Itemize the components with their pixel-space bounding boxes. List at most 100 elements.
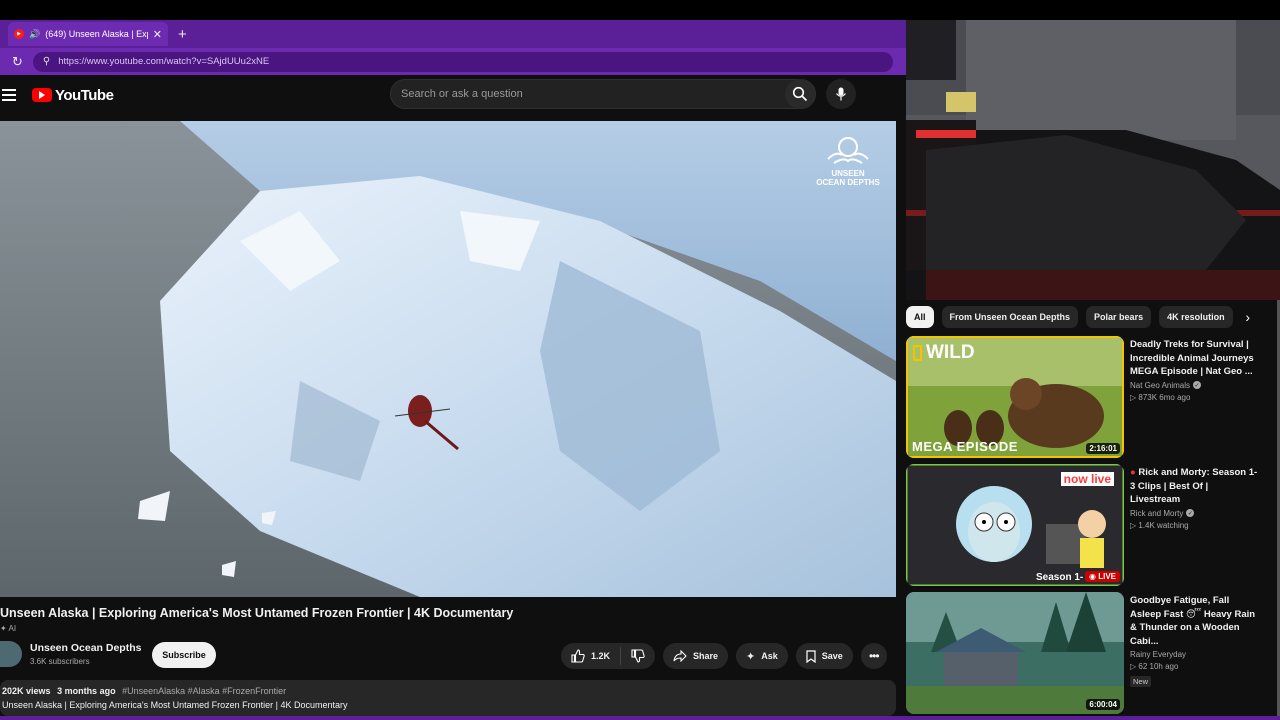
verified-check-icon: ✓ bbox=[1193, 381, 1202, 389]
chip-all[interactable]: All bbox=[906, 306, 934, 328]
recommendation-channel[interactable]: Rainy Everyday bbox=[1130, 650, 1260, 659]
channel-name-text: Rainy Everyday bbox=[1130, 650, 1187, 659]
bookmark-icon bbox=[806, 649, 816, 663]
video-thumbnail[interactable]: now live Season 1- ◉ LIVE bbox=[906, 464, 1124, 586]
youtube-logo[interactable]: YouTube bbox=[32, 86, 114, 104]
thumb-mega-text: MEGA EPISODE bbox=[912, 439, 1018, 454]
recommendation-item[interactable]: 6:00:04 Goodbye Fatigue, Fall Asleep Fas… bbox=[906, 592, 1280, 714]
browser-tab[interactable]: ▶ 🔊 (649) Unseen Alaska | Explorin ✕ bbox=[8, 22, 168, 46]
search-icon bbox=[792, 86, 808, 102]
webcam-overlay bbox=[906, 20, 1280, 300]
ask-label: Ask bbox=[761, 651, 778, 661]
channel-watermark: UNSEEN OCEAN DEPTHS bbox=[808, 135, 888, 187]
bedroom-webcam-frame bbox=[906, 20, 1280, 300]
tab-title: (649) Unseen Alaska | Explorin bbox=[45, 29, 148, 39]
video-thumbnail[interactable]: 6:00:04 bbox=[906, 592, 1124, 714]
chip-from-channel[interactable]: From Unseen Ocean Depths bbox=[941, 306, 1079, 328]
recommendation-meta: ▷ 873K 6mo ago bbox=[1130, 393, 1260, 402]
channel-avatar[interactable] bbox=[0, 641, 22, 667]
ai-label-text: AI bbox=[8, 624, 17, 633]
bottom-strip bbox=[0, 716, 1280, 720]
description-meta: 202K views 3 months ago #UnseenAlaska #A… bbox=[2, 686, 894, 696]
like-button[interactable]: 1.2K bbox=[561, 647, 622, 665]
subscribe-button[interactable]: Subscribe bbox=[152, 642, 216, 668]
recommendation-title[interactable]: Goodbye Fatigue, Fall Asleep Fast 😴 Heav… bbox=[1130, 594, 1260, 648]
title-text: Rick and Morty: Season 1-3 Clips | Best … bbox=[1130, 467, 1258, 505]
close-tab-icon[interactable]: ✕ bbox=[153, 28, 162, 41]
reload-icon[interactable]: ↻ bbox=[12, 54, 23, 70]
thumb-wild-text: WILD bbox=[926, 342, 975, 363]
speaker-icon[interactable]: 🔊 bbox=[29, 29, 40, 40]
dislike-button[interactable] bbox=[621, 649, 655, 663]
voice-search-button[interactable] bbox=[826, 79, 856, 109]
recommendation-item[interactable]: WILD MEGA EPISODE 2:16:01 Deadly Treks f… bbox=[906, 336, 1280, 458]
url-text: https://www.youtube.com/watch?v=SAjdUUu2… bbox=[58, 56, 270, 67]
search-input[interactable] bbox=[391, 88, 785, 100]
search-button[interactable] bbox=[785, 79, 815, 109]
menu-icon[interactable] bbox=[2, 89, 16, 101]
recommendation-meta: ▷ 1.4K watching bbox=[1130, 521, 1260, 530]
meta-text: 873K 6mo ago bbox=[1138, 392, 1191, 402]
description-box[interactable]: 202K views 3 months ago #UnseenAlaska #A… bbox=[0, 680, 896, 716]
browser-chrome: ▶ 🔊 (649) Unseen Alaska | Explorin ✕ + ↻… bbox=[0, 20, 906, 75]
video-duration: 6:00:04 bbox=[1086, 699, 1120, 710]
meta-text: 62 10h ago bbox=[1138, 662, 1179, 671]
upload-age: 3 months ago bbox=[57, 686, 116, 696]
new-badge: New bbox=[1130, 676, 1152, 687]
ai-sparkle-icon: ✦ bbox=[0, 624, 7, 633]
ai-label: ✦ AI bbox=[0, 624, 16, 633]
video-player[interactable]: UNSEEN OCEAN DEPTHS bbox=[0, 121, 896, 597]
thumbs-down-icon bbox=[631, 649, 645, 663]
chevron-right-icon[interactable]: › bbox=[1245, 309, 1250, 325]
watermark-line2: OCEAN DEPTHS bbox=[816, 178, 880, 187]
recommendation-channel[interactable]: Nat Geo Animals ✓ bbox=[1130, 381, 1260, 390]
youtube-favicon-icon: ▶ bbox=[14, 29, 24, 39]
address-bar[interactable]: ⚲ https://www.youtube.com/watch?v=SAjdUU… bbox=[32, 51, 893, 72]
microphone-icon bbox=[836, 87, 846, 101]
hashtags[interactable]: #UnseenAlaska #Alaska #FrozenFrontier bbox=[122, 686, 286, 696]
channel-info: Unseen Ocean Depths 3.6K subscribers bbox=[0, 641, 141, 667]
live-badge: ◉ LIVE bbox=[1085, 571, 1120, 582]
recommendation-channel[interactable]: Rick and Morty ✓ bbox=[1130, 509, 1260, 518]
chip-4k[interactable]: 4K resolution bbox=[1159, 306, 1233, 328]
site-info-icon[interactable]: ⚲ bbox=[43, 56, 50, 67]
tab-strip: ▶ 🔊 (649) Unseen Alaska | Explorin ✕ + bbox=[0, 20, 906, 48]
meta-text: 1.4K watching bbox=[1138, 520, 1189, 530]
video-thumbnail[interactable]: WILD MEGA EPISODE 2:16:01 bbox=[906, 336, 1124, 458]
octopus-logo-icon bbox=[827, 137, 869, 164]
top-black-bar bbox=[0, 0, 1280, 20]
video-title: Unseen Alaska | Exploring America's Most… bbox=[0, 606, 514, 620]
recommendation-title[interactable]: Deadly Treks for Survival | Incredible A… bbox=[1130, 338, 1260, 379]
youtube-header: YouTube bbox=[0, 75, 906, 115]
channel-name[interactable]: Unseen Ocean Depths bbox=[30, 642, 141, 654]
subscriber-count: 3.6K subscribers bbox=[30, 657, 90, 666]
like-dislike-group: 1.2K bbox=[561, 643, 656, 669]
search-box bbox=[390, 79, 816, 109]
screen: ▶ 🔊 (649) Unseen Alaska | Explorin ✕ + ↻… bbox=[0, 0, 1280, 720]
action-bar: 1.2K Share ✦ Ask Save ••• bbox=[561, 643, 887, 669]
view-count: 202K views bbox=[2, 686, 51, 696]
new-tab-button[interactable]: + bbox=[178, 26, 187, 43]
recommendation-item[interactable]: now live Season 1- ◉ LIVE ● Rick and Mor… bbox=[906, 464, 1280, 586]
thumb-season-text: Season 1- bbox=[1036, 572, 1084, 583]
logo-text: YouTube bbox=[55, 86, 114, 104]
save-button[interactable]: Save bbox=[795, 643, 853, 669]
recommendation-title[interactable]: ● Rick and Morty: Season 1-3 Clips | Bes… bbox=[1130, 466, 1260, 507]
more-horizontal-icon: ••• bbox=[868, 649, 880, 663]
recommendation-meta: ▷ 62 10h ago bbox=[1130, 662, 1260, 671]
ask-button[interactable]: ✦ Ask bbox=[736, 643, 788, 669]
description-text: Unseen Alaska | Exploring America's Most… bbox=[2, 700, 348, 710]
chip-polar-bears[interactable]: Polar bears bbox=[1086, 306, 1152, 328]
video-duration: 2:16:01 bbox=[1086, 443, 1120, 454]
live-dot-icon: ◉ bbox=[1089, 572, 1099, 581]
more-actions-button[interactable]: ••• bbox=[860, 643, 887, 669]
filter-chips: All From Unseen Ocean Depths Polar bears… bbox=[906, 305, 1280, 329]
share-icon bbox=[673, 650, 687, 662]
live-badge-text: LIVE bbox=[1098, 572, 1116, 581]
watermark-line1: UNSEEN bbox=[831, 169, 865, 178]
address-row: ↻ ⚲ https://www.youtube.com/watch?v=SAjd… bbox=[0, 48, 906, 75]
share-button[interactable]: Share bbox=[663, 643, 729, 669]
save-label: Save bbox=[821, 651, 843, 661]
like-count: 1.2K bbox=[591, 651, 611, 661]
thumb-now-live-text: now live bbox=[1060, 472, 1114, 486]
